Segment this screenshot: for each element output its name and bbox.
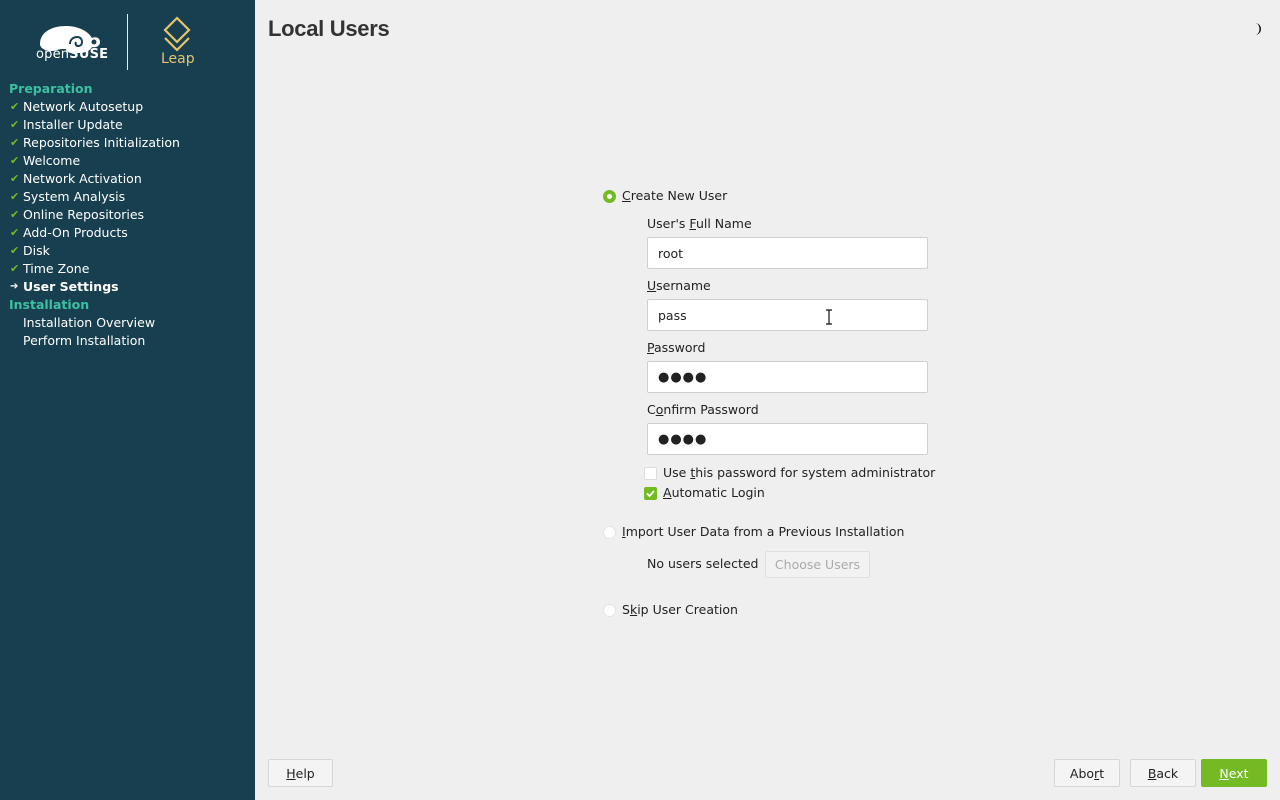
checkmark-icon: ✔ [10,136,20,149]
sidebar: openSUSE Leap Preparation ✔ Network Autose… [0,0,255,800]
abort-button[interactable]: Abo r t [1054,759,1120,787]
step-item: ✔ Installer Update [0,116,255,134]
checkmark-icon [646,490,655,498]
step-item: ➔ User Settings [0,278,255,296]
password-label: Password [647,340,706,355]
checkmark-icon: ✔ [10,226,20,239]
full-name-field[interactable] [647,237,928,269]
checkmark-icon: ✔ [10,118,20,131]
step-label: User Settings [23,279,119,294]
step-label: Online Repositories [23,207,145,222]
step-label: Perform Installation [23,333,146,348]
checkmark-icon: ✔ [10,244,20,257]
text-cursor-icon [826,309,832,325]
step-label: Network Activation [23,171,142,186]
step-item: ✔ Time Zone [0,260,255,278]
step-label: Disk [23,243,50,258]
step-item: ✔ Online Repositories [0,206,255,224]
confirm-password-label: Confirm Password [647,402,759,417]
step-label: Network Autosetup [23,99,144,114]
help-button[interactable]: Help [268,759,333,787]
admin-password-checkbox[interactable] [644,467,657,480]
confirm-password-field[interactable] [647,423,928,455]
checkmark-icon: ✔ [10,154,20,167]
full-name-label: User's Full Name [647,216,752,231]
step-group-title: Installation [9,297,90,312]
automatic-login-label[interactable]: Automatic Login [663,485,765,500]
step-item: ✔ Repositories Initialization [0,134,255,152]
checkmark-icon: ✔ [10,100,20,113]
password-field[interactable] [647,361,928,393]
step-label: Installation Overview [23,315,156,330]
username-input[interactable] [648,300,927,330]
full-name-input[interactable] [648,238,927,268]
password-input[interactable] [648,362,927,392]
checkmark-icon: ✔ [10,172,20,185]
step-item: ✔ Disk [0,242,255,260]
create-new-user-radio[interactable] [603,190,616,203]
installation-steps: Preparation ✔ Network Autosetup ✔ Installer … [0,80,255,350]
step-item: ✔ Welcome [0,152,255,170]
create-new-user-label[interactable]: Create New User [622,188,727,203]
step-item: Installation Overview [0,314,255,332]
logo-area: openSUSE Leap [0,0,255,80]
leap-diamond-icon [163,16,191,52]
step-label: Time Zone [23,261,90,276]
logo-divider [127,14,128,70]
step-label: Welcome [23,153,81,168]
choose-users-button[interactable]: Choose Users [765,551,870,578]
automatic-login-checkbox[interactable] [644,487,657,500]
step-label: Repositories Initialization [23,135,180,150]
step-item: ✔ Network Activation [0,170,255,188]
arrow-right-icon: ➔ [10,281,19,292]
username-label: Username [647,278,711,293]
step-label: Add-On Products [23,225,128,240]
step-item: ✔ Add-On Products [0,224,255,242]
back-button[interactable]: Back [1130,759,1196,787]
skip-user-creation-label[interactable]: Skip User Creation [622,602,738,617]
username-field[interactable] [647,299,928,331]
step-item: Perform Installation [0,332,255,350]
opensuse-wordmark: openSUSE [36,47,109,62]
next-button[interactable]: Next [1201,759,1267,787]
leap-wordmark: Leap [161,51,195,67]
half-moon-icon[interactable] [1250,22,1264,36]
checkmark-icon: ✔ [10,262,20,275]
step-label: System Analysis [23,189,126,204]
import-user-data-radio[interactable] [603,526,616,539]
checkmark-icon: ✔ [10,208,20,221]
step-item: ✔ Network Autosetup [0,98,255,116]
no-users-selected-text: No users selected [647,556,759,571]
checkmark-icon: ✔ [10,190,20,203]
skip-user-creation-radio[interactable] [603,604,616,617]
page-title: Local Users [268,16,390,41]
confirm-password-input[interactable] [648,424,927,454]
admin-password-label[interactable]: Use this password for system administrat… [663,465,935,480]
step-label: Installer Update [23,117,123,132]
import-user-data-label[interactable]: Import User Data from a Previous Install… [622,524,904,539]
step-group-title: Preparation [9,81,93,96]
step-item: ✔ System Analysis [0,188,255,206]
